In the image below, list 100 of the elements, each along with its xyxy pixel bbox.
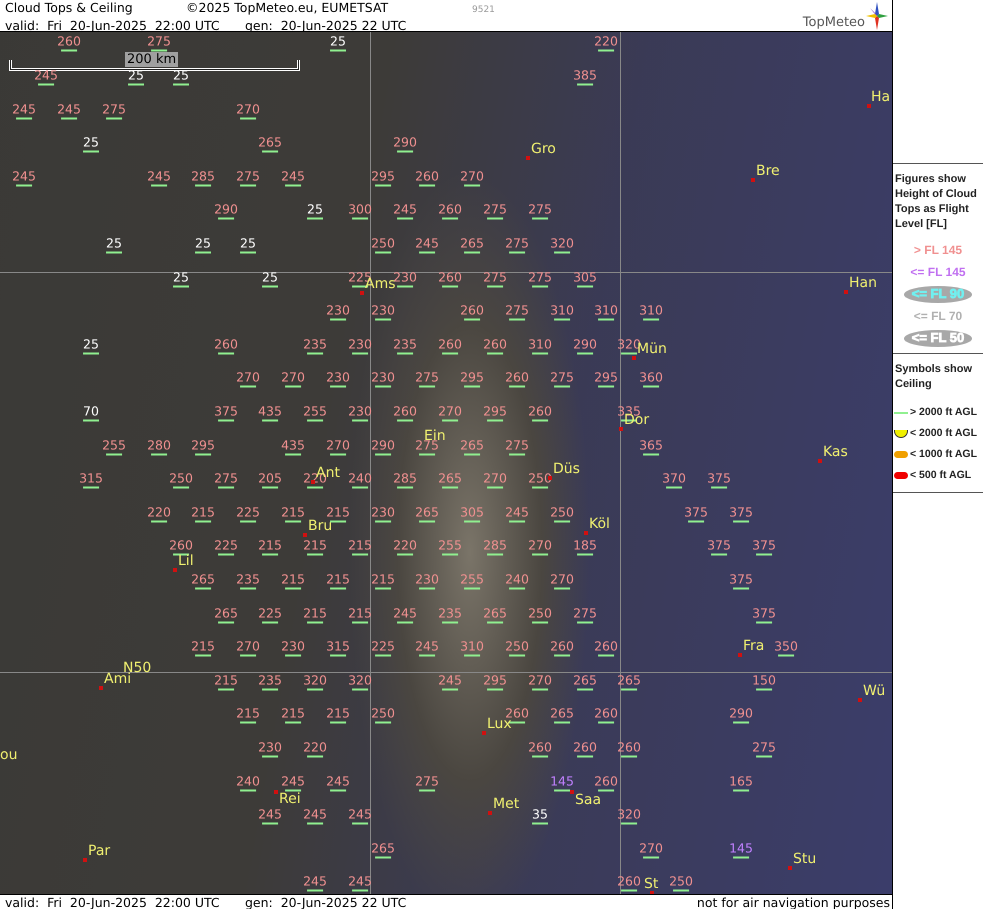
legend-label: > 2000 ft AGL: [910, 405, 978, 420]
cloud-top-value: 275: [505, 236, 529, 254]
cloud-top-value: 230: [281, 640, 305, 656]
cloud-top-value: 295: [371, 170, 395, 186]
cloud-top-value: 255: [303, 404, 327, 422]
cloud-top-value: 295: [191, 438, 215, 456]
copyright-text: ©2025 TopMeteo.eu, EUMETSAT: [186, 0, 390, 16]
cloud-top-value: 25: [330, 34, 346, 52]
cloud-top-value: 225: [214, 538, 238, 556]
cloud-top-value: 260: [505, 370, 529, 388]
cloud-top-value: 270: [281, 370, 305, 388]
cloud-top-value: 230: [371, 304, 395, 320]
cloud-top-value: 265: [483, 606, 507, 624]
cloud-top-value: 25: [83, 136, 99, 152]
city-label: Lil: [178, 554, 194, 569]
cloud-top-value: 245: [281, 170, 305, 186]
cloud-top-value: 245: [258, 808, 282, 824]
cloud-top-value: 270: [326, 438, 350, 456]
cloud-top-value: 310: [460, 640, 484, 656]
cloud-top-value: 165: [729, 774, 753, 792]
cloud-top-value: 215: [303, 606, 327, 624]
legend-title: Figures show Height of Cloud Tops as Flight Level [FL]: [895, 172, 978, 232]
cloud-top-value: 245: [393, 606, 417, 624]
cloud-top-value: 310: [594, 304, 618, 320]
cloud-top-value: 230: [348, 404, 372, 422]
cloud-top-value: 265: [371, 842, 395, 858]
cloud-top-value: 270: [483, 472, 507, 488]
cloud-top-value: 375: [684, 506, 708, 522]
cloud-top-value: 265: [460, 236, 484, 254]
cloud-top-value: 235: [438, 606, 462, 624]
cloud-top-value: 250: [505, 640, 529, 656]
city-label: Gro: [531, 142, 556, 157]
cloud-top-value: 245: [505, 506, 529, 522]
city-label: Par: [88, 844, 110, 859]
cloud-top-value: 275: [147, 34, 171, 52]
cloud-top-value: 290: [393, 136, 417, 152]
generated-time: gen: 20-Jun-2025 22 UTC: [245, 894, 406, 909]
cloud-top-value: 435: [258, 404, 282, 422]
cloud-top-value: 375: [707, 472, 731, 488]
cloud-top-value: 365: [639, 438, 663, 456]
cloud-top-value: 260: [393, 404, 417, 422]
city-label: Wü: [863, 684, 886, 699]
legend-item: <= FL 90: [912, 288, 964, 299]
cloud-top-value: 240: [505, 572, 529, 590]
cloud-top-value: 230: [326, 370, 350, 388]
cloud-top-value: 70: [83, 404, 99, 422]
city-label: ou: [0, 748, 18, 763]
cloud-top-value: 315: [326, 640, 350, 656]
cloud-top-value: 245: [34, 68, 58, 86]
cloud-top-value: 320: [348, 674, 372, 690]
cloud-top-value: 275: [573, 606, 597, 624]
cloud-top-value: 260: [483, 338, 507, 354]
cloud-top-value: 230: [348, 338, 372, 354]
cloud-top-value: 270: [236, 102, 260, 120]
cloud-top-value: 235: [236, 572, 260, 590]
cloud-top-value: 235: [393, 338, 417, 354]
city-label: Düs: [553, 462, 580, 477]
cloud-top-value: 305: [573, 270, 597, 288]
cloud-top-value: 265: [550, 706, 574, 724]
cloud-top-value: 145: [729, 842, 753, 858]
cloud-top-value: 185: [573, 538, 597, 556]
city-label: Fra: [743, 639, 764, 654]
cloud-top-value: 275: [415, 774, 439, 792]
cloud-top-value: 245: [12, 102, 36, 120]
cloud-top-value: 220: [594, 34, 618, 52]
logo-text: TopMeteo: [802, 16, 865, 30]
cloud-top-value: 265: [214, 606, 238, 624]
cloud-top-value: 230: [258, 740, 282, 758]
cloud-top-value: 270: [550, 572, 574, 590]
legend-title: Symbols show Ceiling: [895, 362, 974, 392]
cloud-top-value: 245: [348, 808, 372, 824]
cloud-top-value: 295: [483, 404, 507, 422]
cloud-top-value: 275: [505, 438, 529, 456]
cloud-top-value: 285: [393, 472, 417, 488]
cloud-top-value: 275: [102, 102, 126, 120]
disclaimer-text: not for air navigation purposes: [696, 894, 891, 909]
cloud-top-value: 275: [214, 472, 238, 488]
cloud-top-value: 25: [195, 236, 211, 254]
cloud-top-value: 275: [483, 270, 507, 288]
cloud-top-value: 290: [729, 706, 753, 724]
cloud-top-value: 265: [258, 136, 282, 152]
city-label: Ha: [871, 90, 890, 105]
cloud-top-value: 230: [371, 370, 395, 388]
scale-label: 200 km: [125, 52, 178, 67]
cloud-top-value: 250: [371, 706, 395, 724]
cloud-top-value: 235: [303, 338, 327, 354]
cloud-top-value: 215: [326, 706, 350, 724]
cloud-top-value: 295: [483, 674, 507, 690]
cloud-top-value: 245: [348, 874, 372, 892]
cloud-top-value: 215: [348, 606, 372, 624]
cloud-top-value: 215: [326, 506, 350, 522]
legend-item: > FL 145: [914, 243, 962, 257]
cloud-top-value: 375: [707, 538, 731, 556]
cloud-top-value: 150: [752, 674, 776, 690]
cloud-top-value: 375: [729, 572, 753, 590]
cloud-top-value: 260: [415, 170, 439, 186]
cloud-top-value: 265: [573, 674, 597, 690]
cloud-top-value: 245: [438, 674, 462, 690]
city-label: Dor: [624, 413, 650, 428]
cloud-top-value: 270: [236, 640, 260, 656]
